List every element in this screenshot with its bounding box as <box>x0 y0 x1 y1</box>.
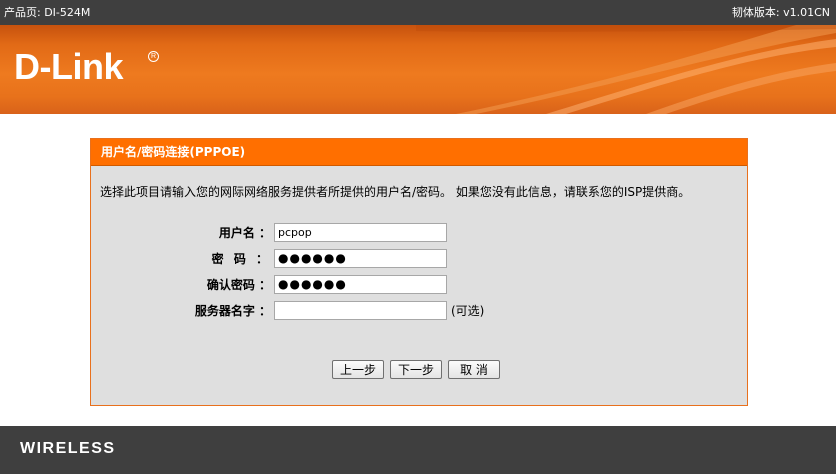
brand-banner: D-Link R <box>0 25 836 114</box>
confirm-password-label: 确认密码 ： <box>206 278 271 292</box>
pppoe-settings-panel: 用户名/密码连接(PPPOE) 选择此项目请输入您的网际网络服务提供者所提供的用… <box>90 138 748 406</box>
previous-step-button[interactable]: 上一步 <box>332 360 384 379</box>
optional-note: (可选) <box>451 304 485 318</box>
cancel-button[interactable]: 取 消 <box>448 360 500 379</box>
service-name-label: 服务器名字 ： <box>194 304 271 318</box>
service-name-row: 服务器名字 ： (可选) <box>91 301 511 321</box>
firmware-version: 韧体版本: v1.01CN <box>731 6 830 19</box>
password-label: 密 码 ： <box>211 252 271 266</box>
panel-title: 用户名/密码连接(PPPOE) <box>91 139 747 166</box>
wireless-brand-text: WIRELESS <box>20 440 116 457</box>
top-info-bar: 产品页: DI-524M 韧体版本: v1.01CN <box>0 0 836 25</box>
next-step-button[interactable]: 下一步 <box>390 360 442 379</box>
panel-intro-text: 选择此项目请输入您的网际网络服务提供者所提供的用户名/密码。 如果您没有此信息，… <box>100 185 691 199</box>
username-input[interactable]: pcpop <box>274 223 447 242</box>
confirm-password-input[interactable]: ●●●●●● <box>274 275 447 294</box>
dlink-logo: D-Link <box>14 46 124 87</box>
registered-mark-icon: R <box>148 51 159 62</box>
password-input[interactable]: ●●●●●● <box>274 249 447 268</box>
banner-swoosh-graphic <box>416 25 836 114</box>
footer-bar: WIRELESS <box>0 426 836 474</box>
username-label: 用户名 ： <box>218 226 271 240</box>
product-label: 产品页: DI-524M <box>4 6 91 19</box>
service-name-input[interactable] <box>274 301 447 320</box>
